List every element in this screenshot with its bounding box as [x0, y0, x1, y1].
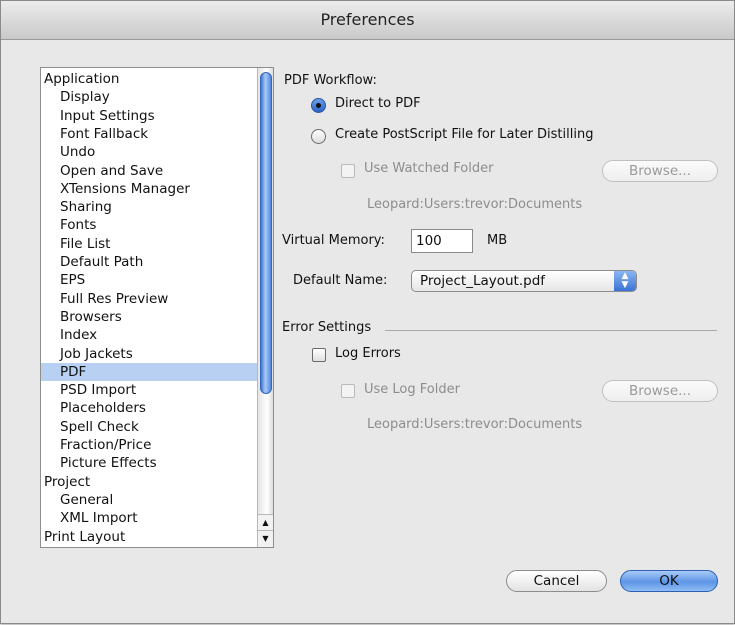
- scroll-up-arrow-icon[interactable]: ▲: [258, 514, 273, 531]
- use-log-folder-label: Use Log Folder: [364, 382, 460, 397]
- sidebar-item-file-list[interactable]: File List: [41, 235, 258, 253]
- virtual-memory-unit: MB: [487, 233, 508, 248]
- sidebar-item-fonts[interactable]: Fonts: [41, 216, 258, 234]
- log-folder-browse-button[interactable]: Browse...: [602, 380, 718, 402]
- sidebar-item-default-path[interactable]: Default Path: [41, 253, 258, 271]
- preferences-category-list[interactable]: Application Display Input Settings Font Fal…: [40, 67, 274, 548]
- virtual-memory-label: Virtual Memory:: [282, 233, 385, 248]
- error-settings-separator: [385, 330, 717, 331]
- sidebar-item-spell-check[interactable]: Spell Check: [41, 418, 258, 436]
- create-postscript-label[interactable]: Create PostScript File for Later Distill…: [335, 127, 593, 142]
- default-name-label: Default Name:: [293, 273, 388, 288]
- sidebar-item-fraction-price[interactable]: Fraction/Price: [41, 436, 258, 454]
- sidebar-item-eps[interactable]: EPS: [41, 271, 258, 289]
- watched-folder-path: Leopard:Users:trevor:Documents: [367, 197, 583, 212]
- popup-updown-arrows-icon: ▲ ▼: [614, 271, 636, 291]
- sidebar-item-picture-effects[interactable]: Picture Effects: [41, 454, 258, 472]
- log-errors-checkbox[interactable]: [312, 348, 326, 362]
- sidebar-item-pdf[interactable]: PDF: [41, 362, 258, 381]
- sidebar-item-browsers[interactable]: Browsers: [41, 308, 258, 326]
- sidebar-item-xtensions-manager[interactable]: XTensions Manager: [41, 180, 258, 198]
- sidebar-item-placeholders[interactable]: Placeholders: [41, 399, 258, 417]
- sidebar-item-psd-import[interactable]: PSD Import: [41, 381, 258, 399]
- log-errors-label[interactable]: Log Errors: [335, 346, 401, 361]
- preferences-window: Preferences Application Display Input Sett…: [0, 0, 735, 624]
- sidebar-item-undo[interactable]: Undo: [41, 143, 258, 161]
- ok-button[interactable]: OK: [620, 570, 718, 592]
- virtual-memory-field[interactable]: 100: [411, 229, 473, 253]
- scroll-down-arrow-icon[interactable]: ▼: [258, 530, 273, 547]
- sidebar-item-open-and-save[interactable]: Open and Save: [41, 162, 258, 180]
- sidebar-item-sharing[interactable]: Sharing: [41, 198, 258, 216]
- sidebar-item-print-layout[interactable]: Print Layout: [41, 528, 258, 546]
- log-folder-path: Leopard:Users:trevor:Documents: [367, 417, 583, 432]
- use-log-folder-checkbox[interactable]: [341, 384, 355, 398]
- error-settings-heading: Error Settings: [282, 320, 372, 335]
- sidebar-item-index[interactable]: Index: [41, 326, 258, 344]
- list-scrollbar[interactable]: ▲ ▼: [257, 68, 273, 547]
- preferences-body: Application Display Input Settings Font Fal…: [1, 40, 734, 623]
- pdf-workflow-heading: PDF Workflow:: [284, 73, 377, 88]
- default-name-value: Project_Layout.pdf: [420, 273, 546, 289]
- sidebar-item-project[interactable]: Project: [41, 473, 258, 491]
- cancel-button[interactable]: Cancel: [506, 570, 607, 592]
- sidebar-item-general[interactable]: General: [41, 491, 258, 509]
- sidebar-item-application[interactable]: Application: [41, 70, 258, 88]
- sidebar-item-job-jackets[interactable]: Job Jackets: [41, 345, 258, 363]
- default-name-popup[interactable]: Project_Layout.pdf ▲ ▼: [411, 270, 637, 292]
- window-title: Preferences: [1, 1, 734, 40]
- sidebar-item-input-settings[interactable]: Input Settings: [41, 107, 258, 125]
- use-watched-folder-label: Use Watched Folder: [364, 161, 494, 176]
- use-watched-folder-checkbox[interactable]: [341, 164, 355, 178]
- watched-folder-browse-button[interactable]: Browse...: [602, 160, 718, 182]
- direct-to-pdf-label[interactable]: Direct to PDF: [335, 96, 421, 111]
- sidebar-item-display[interactable]: Display: [41, 88, 258, 106]
- create-postscript-radio[interactable]: [311, 129, 326, 144]
- sidebar-item-font-fallback[interactable]: Font Fallback: [41, 125, 258, 143]
- sidebar-item-full-res-preview[interactable]: Full Res Preview: [41, 290, 258, 308]
- scrollbar-thumb[interactable]: [260, 72, 272, 394]
- direct-to-pdf-radio[interactable]: [311, 98, 326, 113]
- sidebar-item-xml-import[interactable]: XML Import: [41, 509, 258, 527]
